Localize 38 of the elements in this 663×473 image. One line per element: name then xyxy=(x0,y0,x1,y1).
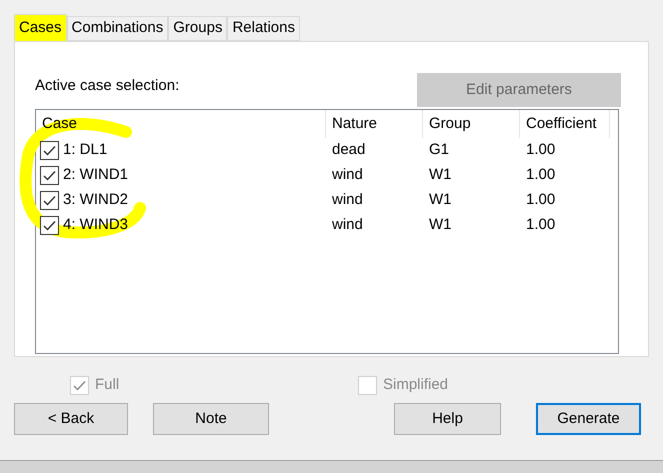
table-cell-text: W1 xyxy=(428,165,452,186)
checkbox[interactable] xyxy=(40,141,59,160)
table-cell-text: W1 xyxy=(428,190,452,210)
checkmark-icon xyxy=(43,170,56,181)
checkbox[interactable] xyxy=(40,166,59,185)
table-cell-text: 2: WIND1 xyxy=(63,165,128,186)
dialog-button[interactable]: < Back xyxy=(14,403,128,435)
table-cell-text: 1.00 xyxy=(525,190,556,210)
column-header[interactable]: Coefficient xyxy=(520,110,610,138)
checkmark-icon xyxy=(43,195,56,206)
checkmark-icon xyxy=(43,145,56,156)
checkmark-icon xyxy=(43,220,56,231)
tab[interactable]: Cases xyxy=(14,14,67,41)
table-cell-text: dead xyxy=(331,140,366,160)
column-header[interactable]: Nature xyxy=(326,110,423,138)
table-cell-text: 1.00 xyxy=(525,140,556,160)
checkmark-icon xyxy=(73,380,86,390)
option-label: Full xyxy=(95,374,120,395)
section-label: Active case selection: xyxy=(35,76,180,96)
table-cell-text: 1: DL1 xyxy=(63,140,108,160)
column-header[interactable]: Group xyxy=(423,110,520,138)
table-cell-text: 1.00 xyxy=(525,165,556,186)
table-cell-text: G1 xyxy=(428,140,450,160)
dialog-button[interactable]: Note xyxy=(153,403,269,435)
checkbox[interactable] xyxy=(40,191,59,210)
tab[interactable]: Combinations xyxy=(66,16,168,41)
option-label: Simplified xyxy=(383,374,448,395)
checkbox[interactable] xyxy=(40,216,59,235)
table-cell-text: wind xyxy=(331,165,364,186)
dialog-button[interactable]: Generate xyxy=(536,403,641,435)
table-cell-text: wind xyxy=(331,190,364,210)
tab[interactable]: Groups xyxy=(168,16,228,41)
table-cell-text: 1.00 xyxy=(525,215,556,236)
table-cell-text: W1 xyxy=(428,215,452,236)
dialog-button[interactable]: Help xyxy=(394,403,501,435)
table-cell-text: wind xyxy=(331,215,364,236)
tab[interactable]: Relations xyxy=(227,16,300,41)
table-cell-text: 3: WIND2 xyxy=(63,190,128,210)
